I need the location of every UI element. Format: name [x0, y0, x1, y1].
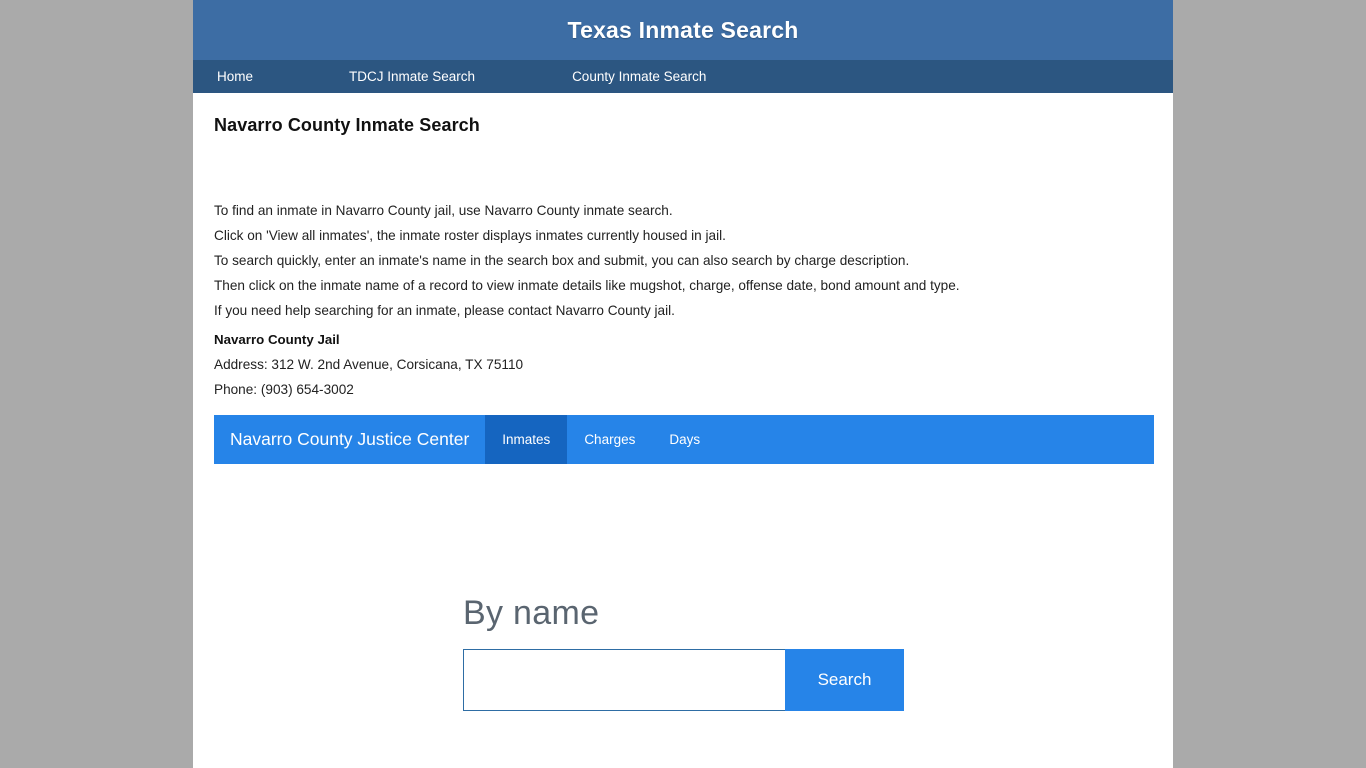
page-container: Texas Inmate Search Home TDCJ Inmate Sea… [193, 0, 1173, 768]
site-title: Texas Inmate Search [567, 16, 799, 43]
jail-phone: Phone: (903) 654-3002 [214, 382, 354, 397]
nav-item-home[interactable]: Home [211, 69, 259, 84]
widget-tab-inmates[interactable]: Inmates [485, 415, 568, 464]
intro-line-1: To find an inmate in Navarro County jail… [214, 203, 673, 218]
intro-line-2: Click on 'View all inmates', the inmate … [214, 228, 726, 243]
search-input[interactable] [463, 649, 785, 711]
main-content: Navarro County Inmate Search To find an … [193, 93, 1173, 711]
nav-item-county-inmate-search[interactable]: County Inmate Search [566, 69, 712, 84]
inmate-roster-widget: Navarro County Justice Center Inmates Ch… [214, 415, 1154, 464]
site-header: Texas Inmate Search [193, 0, 1173, 60]
inmate-search-panel: By name Search [463, 593, 905, 711]
search-button[interactable]: Search [785, 649, 904, 711]
intro-line-5: If you need help searching for an inmate… [214, 303, 675, 318]
page-title: Navarro County Inmate Search [214, 115, 480, 135]
search-by-name-label: By name [463, 594, 600, 632]
widget-tab-charges[interactable]: Charges [567, 415, 652, 464]
nav-item-tdcj-inmate-search[interactable]: TDCJ Inmate Search [343, 69, 481, 84]
jail-address: Address: 312 W. 2nd Avenue, Corsicana, T… [214, 357, 524, 372]
widget-tab-days[interactable]: Days [652, 415, 717, 464]
search-row: Search [463, 649, 904, 711]
intro-line-4: Then click on the inmate name of a recor… [214, 278, 960, 293]
intro-line-3: To search quickly, enter an inmate's nam… [214, 253, 910, 268]
jail-name: Navarro County Jail [214, 332, 340, 347]
primary-navigation: Home TDCJ Inmate Search County Inmate Se… [193, 60, 1173, 93]
widget-brand-label: Navarro County Justice Center [230, 429, 470, 449]
